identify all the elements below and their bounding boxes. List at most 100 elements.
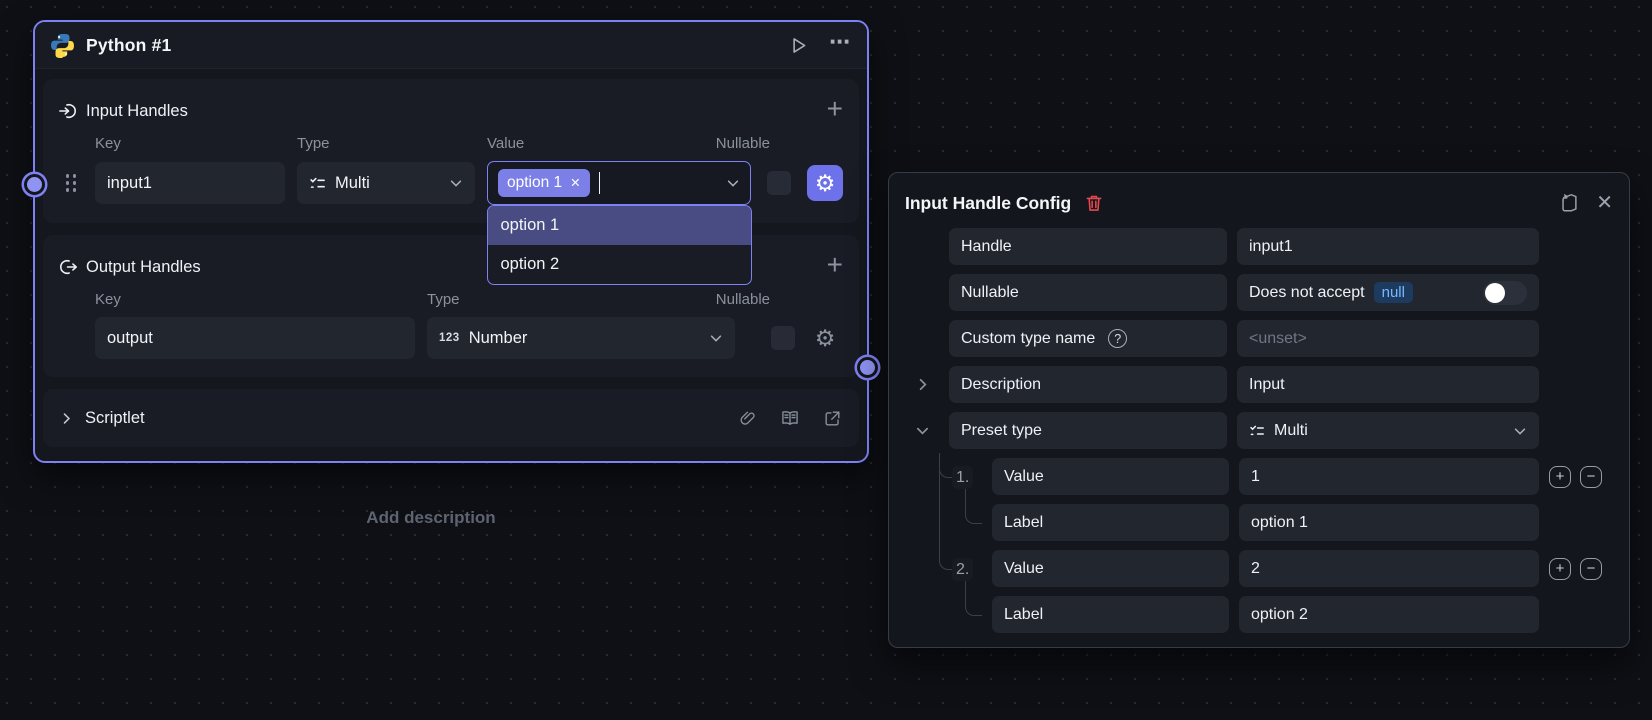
input-handle-row: Multi option 1 ✕ option 1: [59, 161, 843, 205]
row-label: Value: [992, 550, 1229, 587]
node-body: Input Handles + Key Type Value Nullable: [35, 69, 867, 461]
tree-guide: [939, 453, 953, 570]
node-header[interactable]: Python #1 ⋯: [35, 22, 867, 69]
item-index: 2.: [952, 558, 973, 581]
remove-option-button[interactable]: −: [1580, 558, 1602, 580]
output-port[interactable]: [857, 357, 878, 378]
value-dropdown-menu: option 1 option 2: [487, 205, 752, 285]
config-row-custom-type: Custom type name ? <unset>: [905, 320, 1613, 357]
input-handles-icon: [59, 102, 77, 120]
row-label: Value: [992, 458, 1229, 495]
add-option-button[interactable]: +: [1549, 466, 1571, 488]
node-title: Python #1: [86, 35, 171, 56]
null-badge: null: [1374, 282, 1413, 303]
row-label: Handle: [949, 228, 1227, 265]
row-label: Custom type name ?: [949, 320, 1227, 357]
python-node[interactable]: Python #1 ⋯ Input Handles + Key: [33, 20, 869, 463]
input-type-select[interactable]: Multi: [297, 162, 475, 204]
input-port[interactable]: [24, 174, 45, 195]
input-key-field[interactable]: [95, 162, 285, 204]
panel-title: Input Handle Config: [905, 193, 1071, 214]
column-header-key: Key: [95, 289, 415, 317]
column-header-value: Value: [487, 133, 751, 161]
python-logo-icon: [50, 33, 75, 58]
chevron-down-icon: [1513, 424, 1527, 438]
output-handles-title: Output Handles: [86, 258, 201, 277]
row-label: Preset type: [949, 412, 1227, 449]
preset-label-field[interactable]: option 2: [1239, 596, 1539, 633]
row-label: Description: [949, 366, 1227, 403]
column-header-type: Type: [297, 133, 475, 161]
attachment-icon[interactable]: [738, 409, 757, 428]
add-option-button[interactable]: +: [1549, 558, 1571, 580]
preset-label-field[interactable]: option 1: [1239, 504, 1539, 541]
text-cursor: [599, 172, 601, 194]
more-menu-button[interactable]: ⋯: [829, 32, 852, 59]
config-row-handle: Handle input1: [905, 228, 1613, 265]
drag-handle-icon[interactable]: [66, 174, 77, 192]
config-row-nullable: Nullable Does not accept null: [905, 274, 1613, 311]
nullable-toggle[interactable]: [1483, 281, 1527, 305]
scriptlet-title: Scriptlet: [85, 409, 145, 428]
handle-config-gear-button[interactable]: ⚙: [807, 320, 843, 356]
column-header-nullable: Nullable: [716, 289, 770, 317]
column-header-nullable: Nullable: [716, 133, 770, 161]
input-value-multiselect[interactable]: option 1 ✕ option 1 option 2: [487, 161, 751, 205]
collapse-preset-chevron[interactable]: [905, 423, 939, 438]
number-type-icon: 123: [439, 332, 460, 344]
run-button[interactable]: [788, 35, 809, 56]
nullable-checkbox[interactable]: [771, 326, 795, 350]
docs-book-icon[interactable]: [780, 408, 800, 428]
input-handle-config-panel: Input Handle Config ✕ Handle input1 Null…: [888, 172, 1630, 648]
value-tag[interactable]: option 1 ✕: [498, 169, 590, 197]
handle-config-gear-button[interactable]: ⚙: [807, 165, 843, 201]
expand-description-chevron[interactable]: [905, 377, 939, 392]
preset-options-list: 1. 2. Value 1 + − Label option 1 Value 2…: [905, 458, 1613, 633]
preset-value-field[interactable]: 1: [1239, 458, 1539, 495]
copy-config-icon[interactable]: [1558, 192, 1580, 214]
add-output-handle-button[interactable]: +: [827, 251, 843, 283]
open-external-icon[interactable]: [823, 409, 842, 428]
add-input-handle-button[interactable]: +: [827, 95, 843, 127]
preset-item-value-row: Value 2 + −: [992, 550, 1613, 587]
row-label: Label: [992, 504, 1229, 541]
remove-option-button[interactable]: −: [1580, 466, 1602, 488]
row-label: Nullable: [949, 274, 1227, 311]
multi-type-icon: [309, 175, 326, 192]
column-header-key: Key: [95, 133, 285, 161]
custom-type-value-field[interactable]: <unset>: [1237, 320, 1539, 357]
input-handles-section: Input Handles + Key Type Value Nullable: [43, 79, 859, 223]
input-handles-title: Input Handles: [86, 102, 188, 121]
chevron-down-icon: [449, 176, 463, 190]
item-index: 1.: [952, 466, 973, 489]
config-row-preset-type: Preset type Multi: [905, 412, 1613, 449]
help-icon[interactable]: ?: [1108, 329, 1127, 348]
output-handle-row: 123 Number ⚙: [59, 317, 843, 359]
add-description-button[interactable]: Add description: [33, 508, 829, 528]
close-panel-button[interactable]: ✕: [1596, 193, 1613, 213]
dropdown-option[interactable]: option 1: [488, 206, 751, 245]
output-handles-icon: [59, 258, 77, 276]
chevron-down-icon: [726, 176, 740, 190]
preset-item-label-row: Label option 1: [992, 504, 1613, 541]
preset-item-label-row: Label option 2: [992, 596, 1613, 633]
nullable-value-field: Does not accept null: [1237, 274, 1539, 311]
output-key-field[interactable]: [95, 317, 415, 359]
preset-value-field[interactable]: 2: [1239, 550, 1539, 587]
delete-handle-button[interactable]: [1084, 193, 1104, 213]
chevron-right-icon: [60, 412, 73, 425]
dropdown-option[interactable]: option 2: [488, 245, 751, 284]
preset-type-select[interactable]: Multi: [1237, 412, 1539, 449]
chevron-down-icon: [709, 331, 723, 345]
preset-item-value-row: Value 1 + −: [992, 458, 1613, 495]
description-value-field[interactable]: Input: [1237, 366, 1539, 403]
multi-type-icon: [1249, 423, 1265, 439]
output-type-select[interactable]: 123 Number: [427, 317, 735, 359]
remove-tag-icon[interactable]: ✕: [570, 177, 580, 190]
column-header-type: Type: [427, 289, 735, 317]
nullable-checkbox[interactable]: [767, 171, 791, 195]
scriptlet-section[interactable]: Scriptlet: [43, 389, 859, 447]
row-label: Label: [992, 596, 1229, 633]
config-row-description: Description Input: [905, 366, 1613, 403]
handle-value-field[interactable]: input1: [1237, 228, 1539, 265]
